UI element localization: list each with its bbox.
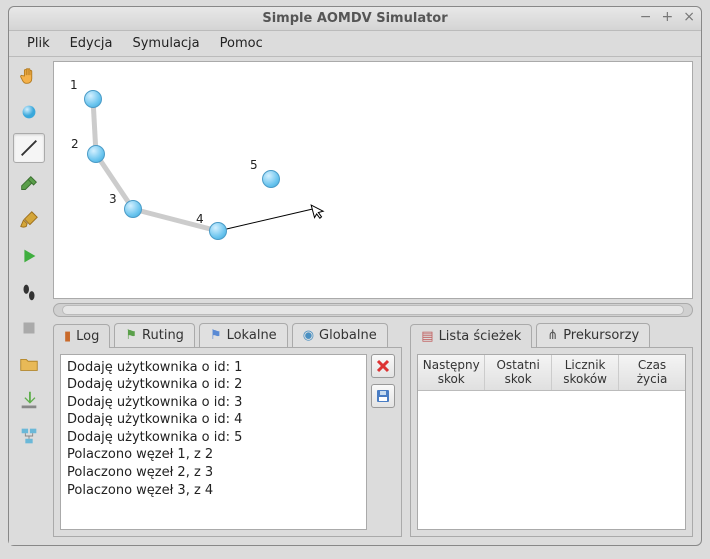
log-buttons <box>371 354 395 530</box>
menu-plik[interactable]: Plik <box>17 32 60 55</box>
save-download-icon <box>18 389 40 411</box>
menubar: Plik Edycja Symulacja Pomoc <box>9 31 701 57</box>
bottom-panels: ▮ Log ⚑ Ruting ⚑ Lokalne ◉ Globalne Dodaję u… <box>53 323 693 537</box>
line-icon <box>18 137 40 159</box>
paths-table[interactable]: Następny skok Ostatni skok Licznik skokó… <box>417 354 686 530</box>
left-tabs: ▮ Log ⚑ Ruting ⚑ Lokalne ◉ Globalne <box>53 323 402 347</box>
window-title: Simple AOMDV Simulator <box>262 11 447 26</box>
flag-icon: ⚑ <box>210 328 222 343</box>
left-panel-body: Dodaję użytkownika o id: 1 Dodaję użytko… <box>53 347 402 537</box>
tab-precursors-label: Prekursorzy <box>563 328 639 343</box>
delete-icon <box>375 358 391 374</box>
network-icon <box>18 425 40 447</box>
menu-edycja[interactable]: Edycja <box>60 32 123 55</box>
node-5[interactable] <box>262 170 280 188</box>
log-textarea[interactable]: Dodaję użytkownika o id: 1 Dodaję użytko… <box>60 354 367 530</box>
menu-pomoc[interactable]: Pomoc <box>210 32 273 55</box>
tool-pipette[interactable] <box>13 169 45 199</box>
col-hop-count[interactable]: Licznik skoków <box>552 355 619 391</box>
tab-ruting-label: Ruting <box>142 328 184 343</box>
tab-lokalne-label: Lokalne <box>227 328 277 343</box>
footprint-icon <box>18 281 40 303</box>
col-last-hop[interactable]: Ostatni skok <box>485 355 552 391</box>
table-header: Następny skok Ostatni skok Licznik skokó… <box>418 355 685 392</box>
main-area: 1 2 3 4 5 ▮ Log ⚑ Ruting ⚑ Lokalne <box>49 57 701 545</box>
flag-icon: ⚑ <box>125 328 137 343</box>
minimize-button[interactable]: − <box>640 10 652 24</box>
node-label-3: 3 <box>109 192 117 206</box>
tab-paths-label: Lista ścieżek <box>439 329 522 344</box>
left-panel: ▮ Log ⚑ Ruting ⚑ Lokalne ◉ Globalne Dodaję u… <box>53 323 402 537</box>
globe-icon: ◉ <box>303 328 314 343</box>
tab-log[interactable]: ▮ Log <box>53 324 110 348</box>
right-panel: ▤ Lista ścieżek ⋔ Prekursorzy Następny sko… <box>410 323 693 537</box>
node-3[interactable] <box>124 200 142 218</box>
stop-icon <box>18 317 40 339</box>
tab-ruting[interactable]: ⚑ Ruting <box>114 323 195 347</box>
window-controls: − + × <box>640 10 695 24</box>
scrollbar-thumb[interactable] <box>62 305 684 315</box>
node-icon <box>18 101 40 123</box>
tab-paths[interactable]: ▤ Lista ścieżek <box>410 324 532 348</box>
node-label-4: 4 <box>196 212 204 226</box>
right-tabs: ▤ Lista ścieżek ⋔ Prekursorzy <box>410 323 693 347</box>
hand-icon <box>18 65 40 87</box>
toolbar <box>9 57 49 545</box>
folder-open-icon <box>18 353 40 375</box>
node-label-1: 1 <box>70 78 78 92</box>
tool-open[interactable] <box>13 349 45 379</box>
brush-icon <box>18 209 40 231</box>
pipette-icon <box>18 173 40 195</box>
col-ttl[interactable]: Czas życia <box>619 355 685 391</box>
play-icon <box>18 245 40 267</box>
tab-lokalne[interactable]: ⚑ Lokalne <box>199 323 288 347</box>
tool-edge[interactable] <box>13 133 45 163</box>
tool-stop[interactable] <box>13 313 45 343</box>
titlebar: Simple AOMDV Simulator − + × <box>9 7 701 31</box>
node-2[interactable] <box>87 145 105 163</box>
menu-symulacja[interactable]: Symulacja <box>122 32 209 55</box>
share-icon: ⋔ <box>547 328 558 343</box>
app-window: Simple AOMDV Simulator − + × Plik Edycja… <box>8 6 702 546</box>
tool-node[interactable] <box>13 97 45 127</box>
canvas-hscrollbar[interactable] <box>53 303 693 317</box>
canvas-edges <box>54 62 692 298</box>
save-log-button[interactable] <box>371 384 395 408</box>
canvas[interactable]: 1 2 3 4 5 <box>53 61 693 299</box>
book-icon: ▮ <box>64 329 71 344</box>
tool-save[interactable] <box>13 385 45 415</box>
right-panel-body: Następny skok Ostatni skok Licznik skokó… <box>410 347 693 537</box>
tab-globalne[interactable]: ◉ Globalne <box>292 323 388 347</box>
close-button[interactable]: × <box>683 10 695 24</box>
node-1[interactable] <box>84 90 102 108</box>
tool-play[interactable] <box>13 241 45 271</box>
list-icon: ▤ <box>421 329 433 344</box>
col-next-hop[interactable]: Następny skok <box>418 355 485 391</box>
floppy-icon <box>375 388 391 404</box>
tool-network[interactable] <box>13 421 45 451</box>
node-label-5: 5 <box>250 158 258 172</box>
tool-step[interactable] <box>13 277 45 307</box>
tab-log-label: Log <box>76 329 99 344</box>
main-body: 1 2 3 4 5 ▮ Log ⚑ Ruting ⚑ Lokalne <box>9 57 701 545</box>
tab-precursors[interactable]: ⋔ Prekursorzy <box>536 323 650 347</box>
node-label-2: 2 <box>71 137 79 151</box>
maximize-button[interactable]: + <box>662 10 674 24</box>
tool-brush[interactable] <box>13 205 45 235</box>
node-4[interactable] <box>209 222 227 240</box>
clear-log-button[interactable] <box>371 354 395 378</box>
tool-hand[interactable] <box>13 61 45 91</box>
tab-globalne-label: Globalne <box>319 328 377 343</box>
